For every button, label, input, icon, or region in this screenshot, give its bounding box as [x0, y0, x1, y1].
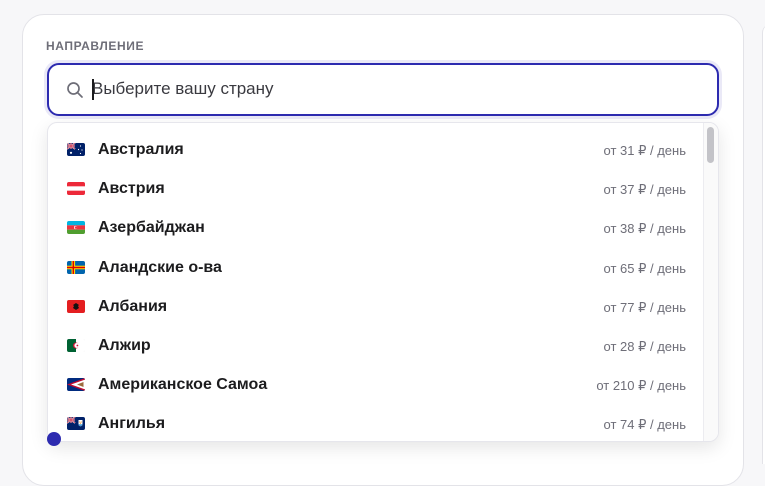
- country-price: от 37 ₽ / день: [603, 182, 686, 198]
- country-name: Австралия: [98, 141, 184, 158]
- country-price: от 65 ₽ / день: [603, 260, 686, 276]
- country-price: от 38 ₽ / день: [603, 221, 686, 237]
- flag-albania-icon: [67, 299, 85, 313]
- country-option-austria[interactable]: Австрия от 37 ₽ / день: [48, 170, 706, 209]
- flag-aland-islands-icon: [67, 260, 85, 274]
- country-search-input[interactable]: [92, 77, 692, 101]
- country-name: Американское Самоа: [98, 376, 268, 394]
- country-option-albania[interactable]: Албания от 77 ₽ / день: [48, 288, 706, 327]
- dropdown-scrollbar[interactable]: [703, 123, 718, 441]
- flag-azerbaijan-icon: [67, 221, 85, 235]
- country-option-american-samoa[interactable]: Американское Самоа от 210 ₽ / день: [48, 366, 706, 405]
- country-option-australia[interactable]: Австралия от 31 ₽ / день: [48, 131, 706, 170]
- radio-button[interactable]: [47, 432, 61, 446]
- country-name: Алжир: [98, 336, 151, 354]
- country-price: от 28 ₽ / день: [603, 338, 686, 354]
- flag-anguilla-icon: [67, 417, 85, 431]
- text-caret: [92, 79, 94, 100]
- country-price: от 77 ₽ / день: [603, 299, 686, 315]
- flag-american-samoa-icon: [67, 378, 85, 392]
- country-option-anguilla[interactable]: Ангилья от 74 ₽ / день: [48, 405, 706, 441]
- country-option-algeria[interactable]: Алжир от 28 ₽ / день: [48, 327, 706, 366]
- flag-austria-icon: [67, 182, 85, 196]
- country-search-box[interactable]: [47, 63, 719, 116]
- country-option-azerbaijan[interactable]: Азербайджан от 38 ₽ / день: [48, 209, 706, 248]
- flag-australia-icon: [67, 143, 85, 156]
- country-option-aland-islands[interactable]: Аландские о-ва от 65 ₽ / день: [48, 249, 706, 288]
- country-name: Албания: [98, 297, 168, 315]
- search-icon: [67, 82, 83, 98]
- country-price: от 74 ₽ / день: [603, 417, 686, 433]
- scrollbar-thumb[interactable]: [707, 127, 714, 163]
- country-list: Австралия от 31 ₽ / день Австрия от 37 ₽…: [48, 131, 706, 441]
- flag-algeria-icon: [67, 338, 85, 352]
- country-price: от 31 ₽ / день: [603, 143, 686, 158]
- country-name: Ангилья: [98, 415, 166, 433]
- country-name: Австрия: [98, 180, 165, 198]
- country-dropdown[interactable]: Австралия от 31 ₽ / день Австрия от 37 ₽…: [47, 122, 719, 442]
- country-name: Аландские о-ва: [98, 258, 222, 276]
- country-name: Азербайджан: [98, 219, 205, 237]
- section-label: НАПРАВЛЕНИЕ: [46, 39, 145, 53]
- country-price: от 210 ₽ / день: [596, 378, 686, 394]
